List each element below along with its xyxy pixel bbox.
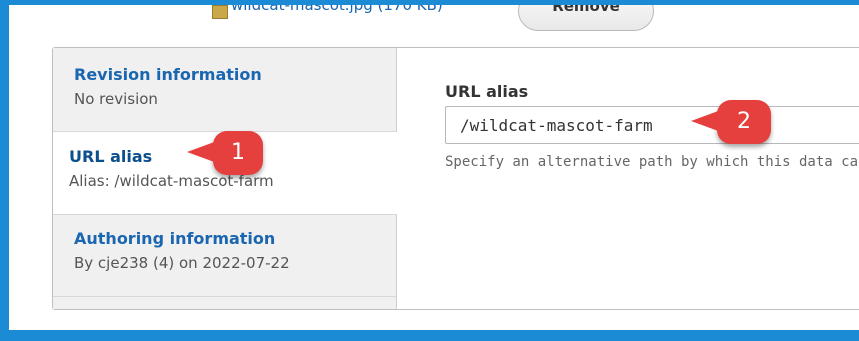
tab-summary: By cje238 (4) on 2022-07-22 — [74, 254, 290, 272]
callout-marker-2: 2 — [691, 100, 771, 144]
url-alias-pane: URL alias Specify an alternative path by… — [397, 48, 859, 309]
url-alias-label: URL alias — [445, 82, 529, 101]
url-alias-input[interactable] — [445, 106, 859, 144]
uploaded-file-link[interactable]: wildcat-mascot.jpg (170 KB) — [231, 5, 443, 15]
image-file-icon — [212, 5, 228, 19]
screenshot-frame: wildcat-mascot.jpg (170 KB) Remove Revis… — [9, 5, 859, 330]
tab-title: Revision information — [74, 65, 262, 84]
callout-marker-1: 1 — [187, 131, 263, 175]
vertical-tabs: Revision information No revision URL ali… — [52, 47, 859, 310]
url-alias-description: Specify an alternative path by which thi… — [445, 154, 859, 170]
remove-button[interactable]: Remove — [518, 5, 654, 31]
tab-revision-information[interactable]: Revision information No revision — [53, 48, 396, 132]
tab-summary: No revision — [74, 90, 158, 108]
vertical-tabs-menu: Revision information No revision URL ali… — [53, 48, 397, 309]
tab-authoring-information[interactable]: Authoring information By cje238 (4) on 2… — [53, 215, 396, 297]
tab-title: Authoring information — [74, 229, 276, 248]
